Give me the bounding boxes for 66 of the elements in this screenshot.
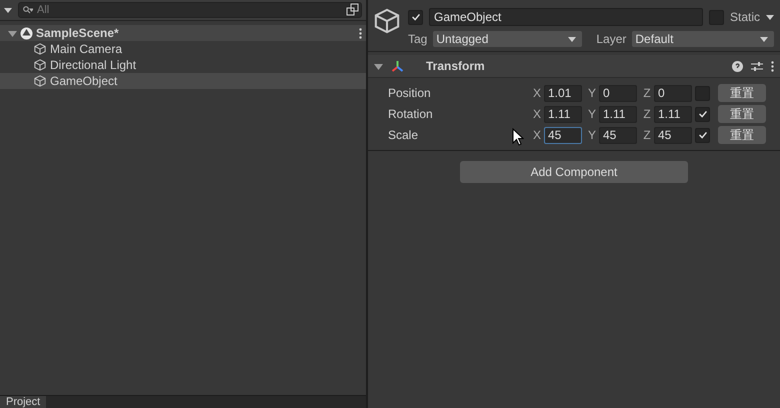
scene-view-icon[interactable] (346, 3, 359, 16)
checkmark-icon (696, 108, 708, 120)
number-field[interactable]: 1.11 (654, 106, 692, 122)
help-icon[interactable] (732, 60, 743, 72)
project-tab[interactable]: Project (0, 396, 46, 408)
layer-dropdown[interactable]: Default (632, 31, 774, 47)
axis-label: X (532, 107, 542, 121)
cursor-icon (512, 128, 524, 146)
number-field[interactable]: 45 (544, 126, 582, 144)
constrain-checkbox[interactable] (695, 128, 710, 142)
layer-label: Layer (596, 32, 626, 46)
constrain-checkbox[interactable] (695, 86, 710, 100)
checkmark-icon (696, 129, 708, 141)
hierarchy-item[interactable]: Main Camera (0, 41, 366, 57)
hierarchy-item[interactable]: Directional Light (0, 57, 366, 73)
component-title: Transform (425, 59, 486, 73)
number-field[interactable]: 45 (599, 126, 637, 144)
number-field[interactable]: 1.11 (544, 106, 582, 122)
search-field[interactable]: All (18, 2, 362, 18)
tag-label: Tag (408, 32, 428, 46)
axes-icon (391, 60, 404, 72)
static-label: Static (730, 10, 760, 24)
property-label: Position (388, 86, 432, 100)
caret-icon (4, 8, 12, 12)
scene-name: SampleScene* (36, 26, 120, 40)
more-icon[interactable] (359, 28, 362, 38)
search-icon (23, 6, 33, 14)
cube-icon (374, 8, 400, 34)
active-checkbox[interactable] (408, 10, 423, 24)
hierarchy-item[interactable]: GameObject (0, 73, 366, 89)
number-field[interactable]: 0 (599, 84, 637, 102)
caret-icon (568, 36, 576, 42)
settings-icon[interactable] (751, 60, 763, 72)
caret-icon (766, 14, 774, 20)
reset-button[interactable]: 重置 (718, 126, 766, 144)
caret-icon (760, 36, 768, 42)
reset-button[interactable]: 重置 (718, 105, 766, 123)
cube-icon (34, 43, 46, 55)
checkmark-icon (410, 11, 422, 23)
name-field[interactable]: GameObject (429, 8, 703, 26)
component-header[interactable]: Transform (368, 55, 780, 78)
scene-row[interactable]: SampleScene* (0, 25, 366, 41)
expand-arrow-icon[interactable] (374, 62, 383, 70)
cube-icon (34, 75, 46, 87)
axis-label: Z (642, 86, 652, 100)
axis-label: X (532, 86, 542, 100)
axis-label: Y (586, 128, 597, 142)
expand-arrow-icon[interactable] (8, 28, 17, 38)
axis-label: Y (586, 86, 597, 100)
property-label: Rotation (388, 107, 434, 121)
tag-dropdown[interactable]: Untagged (433, 31, 582, 47)
constrain-checkbox[interactable] (695, 106, 710, 122)
axis-label: Z (642, 107, 652, 121)
property-label: Scale (388, 128, 420, 142)
axis-label: X (532, 128, 542, 142)
axis-label: Y (586, 107, 597, 121)
axis-label: Z (642, 128, 652, 142)
add-component-button[interactable]: Add Component (460, 161, 688, 183)
more-icon[interactable] (771, 60, 774, 72)
number-field[interactable]: 1.11 (599, 106, 637, 122)
cube-icon (34, 59, 46, 71)
number-field[interactable]: 45 (654, 126, 692, 144)
reset-button[interactable]: 重置 (718, 84, 766, 102)
static-checkbox[interactable] (708, 10, 724, 24)
number-field[interactable]: 1.01 (544, 84, 582, 102)
number-field[interactable]: 0 (654, 84, 692, 102)
